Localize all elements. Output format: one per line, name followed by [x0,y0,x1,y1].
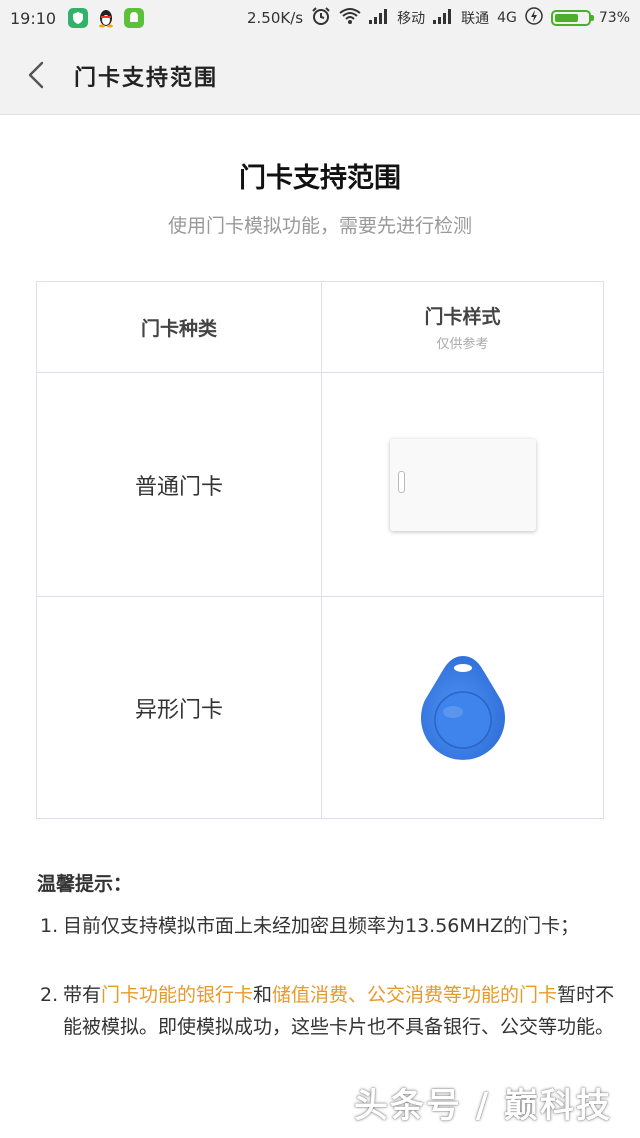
carrier-2: 联通 [461,11,490,27]
tip-text: 带有门卡功能的银行卡和储值消费、公交消费等功能的门卡暂时不能被模拟。即使模拟成功… [63,979,617,1043]
header-cell-type: 门卡种类 [37,282,321,372]
watermark: 头条号 / 巅科技 [353,1086,612,1126]
shield-icon [68,8,89,28]
cell-style [321,373,603,596]
tip-item-2: 2. 带有门卡功能的银行卡和储值消费、公交消费等功能的门卡暂时不能被模拟。即使模… [37,979,617,1043]
cell-type: 异形门卡 [37,597,321,818]
column-header-note: 仅供参考 [436,337,489,352]
table-row: 普通门卡 [37,372,603,596]
page-subtitle: 使用门卡模拟功能，需要先进行检测 [167,215,472,237]
battery-fill [554,14,578,22]
table-header-row: 门卡种类 门卡样式 仅供参考 [37,282,603,372]
title-bar: 门卡支持范围 [0,36,640,115]
status-right: 2.50K/s 移动 联通 4G 73% [247,0,630,36]
tip-number: 2. [40,984,59,1006]
card-slot [397,470,405,493]
tip-item-1: 1. 目前仅支持模拟市面上未经加密且频率为13.56MHZ的门卡； [37,910,617,942]
tip-highlight-stored-value: 储值消费、公交消费等功能的门卡 [272,984,558,1006]
network-speed: 2.50K/s [247,9,304,27]
battery-percent: 73% [598,10,630,26]
column-header-style: 门卡样式 [424,306,501,328]
card-type-label: 异形门卡 [134,697,223,723]
chevron-left-icon [28,61,44,89]
nav-title: 门卡支持范围 [74,66,219,91]
tip-text-and: 和 [253,984,273,1006]
key-fob-image [420,655,505,760]
battery-icon [550,10,594,26]
back-button[interactable] [22,58,54,92]
wifi-icon [339,7,361,29]
page-title: 门卡支持范围 [239,163,401,194]
carrier-1: 移动 [397,11,426,27]
charging-icon [525,7,543,29]
status-left: 19:10 [10,0,145,36]
tip-highlight-bank-card: 门卡功能的银行卡 [101,984,254,1006]
qq-penguin-icon [96,8,116,28]
column-header-type: 门卡种类 [140,317,217,340]
tips-title: 温馨提示： [37,873,133,895]
status-bar: 19:10 2.50K/s 移动 联通 4G 73% [0,0,640,36]
card-type-label: 普通门卡 [134,474,223,500]
cell-style [321,597,603,818]
tip-text: 目前仅支持模拟市面上未经加密且频率为13.56MHZ的门卡； [63,915,580,937]
signal-icon-1 [369,8,389,28]
white-card-image [389,438,536,531]
signal-icon-2 [433,8,453,28]
card-support-table: 门卡种类 门卡样式 仅供参考 普通门卡 异形门卡 [36,281,604,819]
alarm-icon [311,6,331,30]
tip-number: 1. [40,915,59,937]
table-row: 异形门卡 [37,596,603,818]
network-type: 4G [497,10,517,26]
header-cell-style: 门卡样式 仅供参考 [321,282,603,372]
tip-text-pre: 带有 [63,984,102,1006]
status-time: 19:10 [10,8,57,28]
android-icon [124,8,145,28]
cell-type: 普通门卡 [37,373,321,596]
